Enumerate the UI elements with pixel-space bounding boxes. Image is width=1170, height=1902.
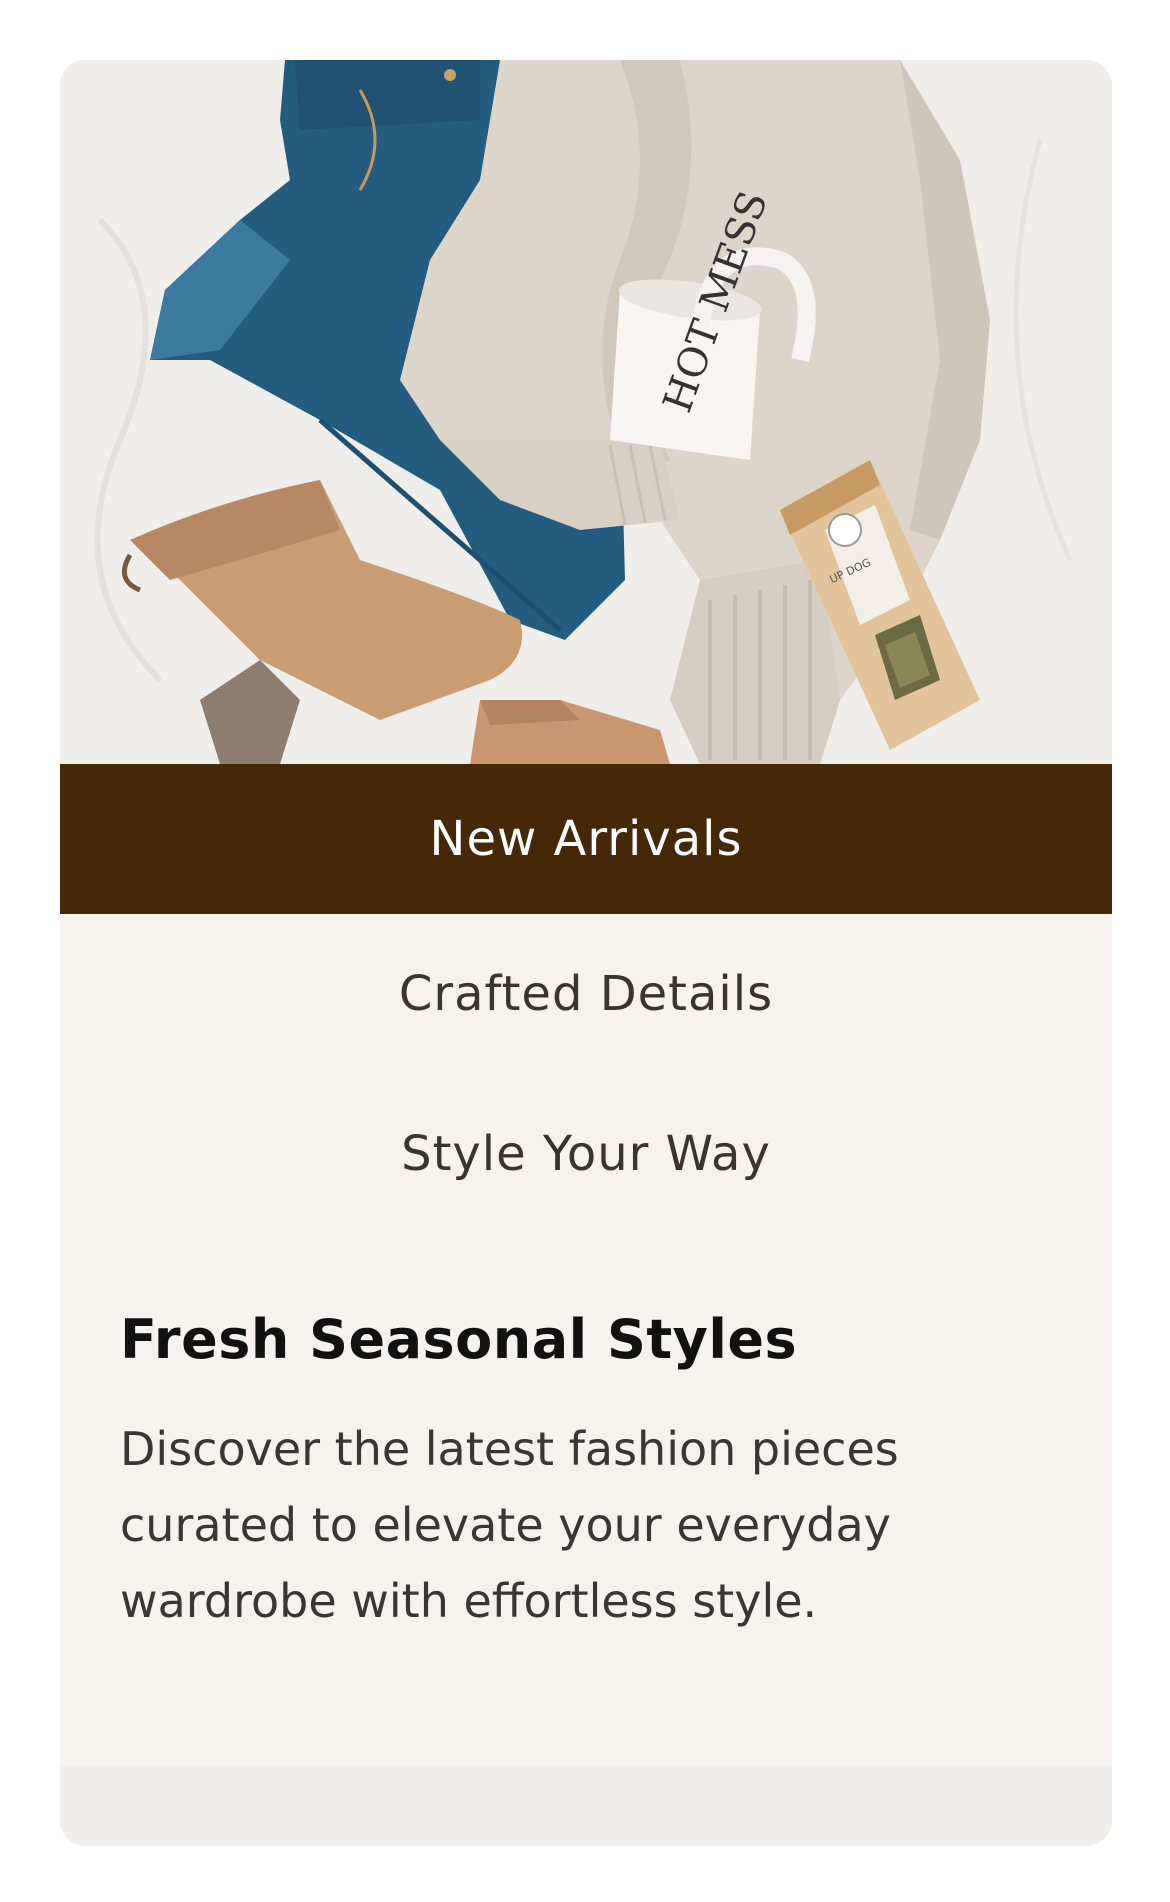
- tab-crafted-details[interactable]: Crafted Details: [60, 914, 1112, 1074]
- tab-new-arrivals[interactable]: New Arrivals: [60, 764, 1112, 914]
- panel-description: Discover the latest fashion pieces curat…: [120, 1422, 899, 1628]
- panel-heading: Fresh Seasonal Styles: [120, 1308, 798, 1371]
- accordion-card: HOT MESS UP DOG New Arrivals Crafted Det…: [60, 60, 1112, 1846]
- hero-image: HOT MESS UP DOG: [60, 60, 1112, 764]
- tab-style-your-way[interactable]: Style Your Way: [60, 1074, 1112, 1234]
- hero-illustration: HOT MESS UP DOG: [60, 60, 1112, 764]
- tab-panel: Fresh Seasonal Styles Discover the lates…: [120, 1308, 1060, 1639]
- accordion-tabs: New Arrivals Crafted Details Style Your …: [60, 764, 1112, 1234]
- card-footer: [60, 1766, 1112, 1846]
